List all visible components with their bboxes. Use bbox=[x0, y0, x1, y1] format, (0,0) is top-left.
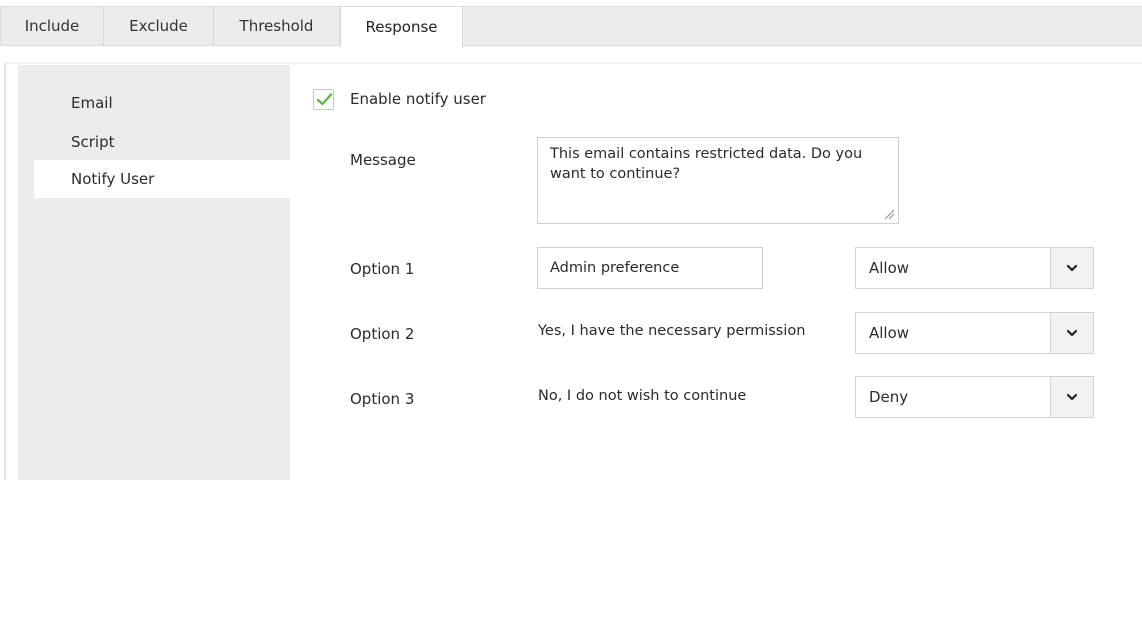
option-3-action-value: Deny bbox=[869, 388, 909, 406]
chevron-down-icon bbox=[1066, 264, 1078, 272]
check-icon bbox=[316, 93, 333, 106]
option-3-label: Option 3 bbox=[350, 390, 415, 408]
message-label: Message bbox=[350, 151, 416, 169]
option-3-action-select[interactable]: Deny bbox=[855, 376, 1094, 418]
option-1-dropdown-button[interactable] bbox=[1050, 248, 1093, 288]
option-2-dropdown-button[interactable] bbox=[1050, 313, 1093, 353]
option-1-action-select[interactable]: Allow bbox=[855, 247, 1094, 289]
tab-threshold[interactable]: Threshold bbox=[214, 6, 340, 46]
tab-bar: Include Exclude Threshold Response bbox=[0, 6, 1142, 48]
enable-notify-user-checkbox[interactable] bbox=[313, 89, 334, 110]
tab-exclude[interactable]: Exclude bbox=[104, 6, 214, 46]
tab-response[interactable]: Response bbox=[340, 6, 463, 48]
chevron-down-icon bbox=[1066, 329, 1078, 337]
option-2-label: Option 2 bbox=[350, 325, 415, 343]
option-3-text: No, I do not wish to continue bbox=[538, 388, 747, 404]
option-2-action-select[interactable]: Allow bbox=[855, 312, 1094, 354]
option-1-label: Option 1 bbox=[350, 260, 415, 278]
sidebar-item-script[interactable]: Script bbox=[34, 123, 290, 161]
option-1-text-input[interactable] bbox=[537, 247, 763, 289]
enable-notify-user-label: Enable notify user bbox=[350, 90, 486, 108]
sidebar-item-notify-user[interactable]: Notify User bbox=[34, 160, 290, 198]
tab-include[interactable]: Include bbox=[0, 6, 104, 46]
option-2-text: Yes, I have the necessary permission bbox=[538, 323, 806, 339]
response-sidebar: Email Script Notify User bbox=[18, 65, 290, 480]
sidebar-item-email[interactable]: Email bbox=[34, 84, 290, 122]
resize-grip-icon[interactable] bbox=[883, 208, 895, 220]
chevron-down-icon bbox=[1066, 393, 1078, 401]
option-1-action-value: Allow bbox=[869, 259, 910, 277]
option-2-action-value: Allow bbox=[869, 324, 910, 342]
option-3-dropdown-button[interactable] bbox=[1050, 377, 1093, 417]
message-textarea[interactable]: This email contains restricted data. Do … bbox=[537, 137, 899, 224]
